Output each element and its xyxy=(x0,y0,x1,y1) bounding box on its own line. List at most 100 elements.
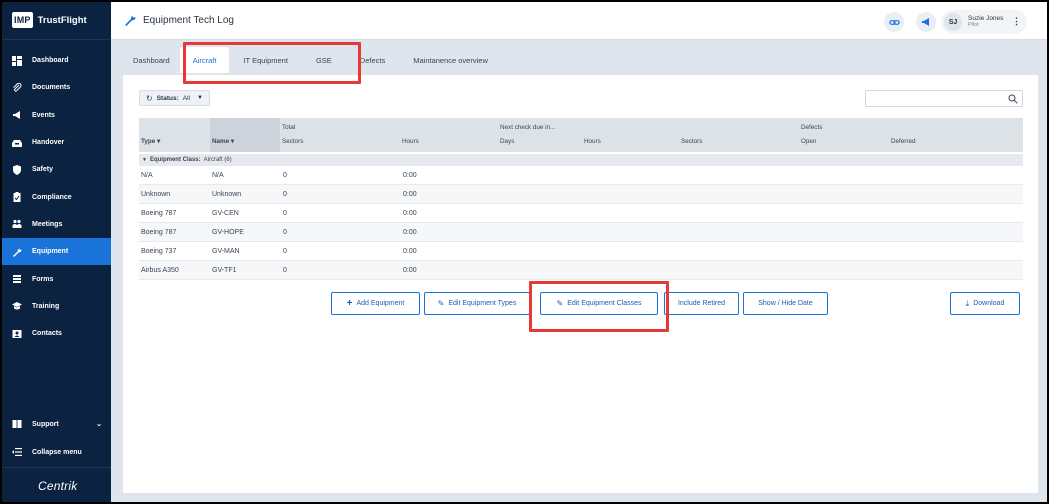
sidebar-item-label: Contacts xyxy=(32,330,62,338)
header-name-label: Name xyxy=(212,138,230,145)
status-filter-label: Status: xyxy=(156,94,179,102)
shield-icon xyxy=(13,164,21,175)
tab-bar: Dashboard Aircraft IT Equipment GSE Defe… xyxy=(123,47,502,73)
status-filter-value: All xyxy=(182,94,190,102)
tab-defects[interactable]: Defects xyxy=(346,47,399,73)
table-row[interactable]: Unknown Unknown 0 0:00 xyxy=(139,185,1023,204)
user-menu[interactable]: SJ Suzie Jones Pilot ⋮ xyxy=(941,10,1027,34)
dashboard-icon xyxy=(12,55,22,66)
edit-icon: ✎ xyxy=(437,299,445,308)
edit-equipment-classes-button[interactable]: ✎ Edit Equipment Classes xyxy=(540,292,658,315)
cell-hours: 0:00 xyxy=(403,229,417,236)
cell-type: Boeing 787 xyxy=(141,210,177,217)
sidebar-divider xyxy=(2,467,111,468)
header-days[interactable]: Days xyxy=(500,138,514,145)
table-row[interactable]: Boeing 787 GV-CEN 0 0:00 xyxy=(139,204,1023,223)
search-input[interactable] xyxy=(866,95,1001,110)
tab-it-equipment[interactable]: IT Equipment xyxy=(229,47,301,73)
sidebar-nav: Dashboard Documents Events Handover Safe… xyxy=(2,47,111,347)
tray-icon xyxy=(12,139,22,147)
cell-sectors: 0 xyxy=(283,210,287,217)
chevron-down-icon: ▼ xyxy=(196,95,203,101)
sidebar-divider xyxy=(2,39,111,40)
header-next-check: Next check due in... xyxy=(500,124,556,131)
sidebar-item-label: Support xyxy=(32,420,59,428)
cell-name: GV-TF1 xyxy=(212,267,237,274)
user-info: Suzie Jones Pilot xyxy=(968,15,1003,29)
edit-equipment-types-label: Edit Equipment Types xyxy=(448,300,517,307)
sidebar-item-forms[interactable]: Forms xyxy=(2,265,111,292)
sidebar: IMP TrustFlight Dashboard Documents Even… xyxy=(2,2,111,502)
table-row[interactable]: Boeing 737 GV-MAN 0 0:00 xyxy=(139,242,1023,261)
header-open[interactable]: Open xyxy=(801,138,816,145)
cell-name: N/A xyxy=(212,172,224,179)
sidebar-item-safety[interactable]: Safety xyxy=(2,156,111,183)
cell-hours: 0:00 xyxy=(403,267,417,274)
show-hide-date-button[interactable]: Show / Hide Date xyxy=(743,292,828,315)
cell-type: N/A xyxy=(141,172,153,179)
sidebar-item-events[interactable]: Events xyxy=(2,102,111,129)
refresh-icon: ↻ xyxy=(146,93,153,103)
link-button[interactable] xyxy=(884,12,904,32)
cell-hours: 0:00 xyxy=(403,191,417,198)
announcements-button[interactable] xyxy=(916,12,936,32)
edit-equipment-types-button[interactable]: ✎ Edit Equipment Types xyxy=(424,292,530,315)
sidebar-item-support[interactable]: Support ⌄ xyxy=(2,410,111,438)
cell-hours: 0:00 xyxy=(403,248,417,255)
sidebar-item-handover[interactable]: Handover xyxy=(2,129,111,156)
sidebar-item-label: Equipment xyxy=(32,248,69,256)
download-button[interactable]: ⤓ Download xyxy=(950,292,1020,315)
top-header: Equipment Tech Log SJ Suzie Jones Pilot … xyxy=(111,2,1047,40)
sidebar-item-meetings[interactable]: Meetings xyxy=(2,211,111,238)
tab-maintenance-overview[interactable]: Maintanence overview xyxy=(399,47,502,73)
sidebar-item-compliance[interactable]: Compliance xyxy=(2,183,111,210)
cell-hours: 0:00 xyxy=(403,210,417,217)
sidebar-item-contacts[interactable]: Contacts xyxy=(2,320,111,347)
sidebar-item-documents[interactable]: Documents xyxy=(2,74,111,101)
group-row[interactable]: ▼ Equipment Class: Aircraft (6) xyxy=(139,154,1023,166)
table-row[interactable]: Boeing 787 GV-HOPE 0 0:00 xyxy=(139,223,1023,242)
megaphone-icon xyxy=(13,111,20,120)
cell-name: GV-HOPE xyxy=(212,229,244,236)
cell-sectors: 0 xyxy=(283,229,287,236)
table-row[interactable]: Airbus A350 GV-TF1 0 0:00 xyxy=(139,261,1023,280)
brand[interactable]: IMP TrustFlight xyxy=(12,12,87,28)
sidebar-item-label: Events xyxy=(32,111,55,119)
download-icon: ⤓ xyxy=(965,298,970,308)
sidebar-item-label: Documents xyxy=(32,84,71,92)
cell-sectors: 0 xyxy=(283,248,287,255)
centrik-logo: Centrik xyxy=(38,479,78,493)
include-retired-button[interactable]: Include Retired xyxy=(664,292,739,315)
content-card: ↻ Status: All ▼ Total Next check due in.… xyxy=(123,75,1038,493)
add-equipment-button[interactable]: + Add Equipment xyxy=(331,292,420,315)
plus-icon: + xyxy=(346,298,353,309)
cell-type: Boeing 737 xyxy=(141,248,177,255)
header-name[interactable]: Name ▾ xyxy=(212,138,234,145)
tab-dashboard[interactable]: Dashboard xyxy=(123,47,180,73)
header-sectors[interactable]: Sectors xyxy=(282,138,303,145)
cell-sectors: 0 xyxy=(283,172,287,179)
header-type[interactable]: Type ▾ xyxy=(141,138,160,145)
sidebar-item-label: Dashboard xyxy=(32,57,69,65)
sidebar-bottom: Support ⌄ Collapse menu xyxy=(2,410,111,466)
search-icon[interactable] xyxy=(1008,94,1018,104)
table-header: Total Next check due in... Defects Type … xyxy=(139,118,1023,152)
tab-aircraft[interactable]: Aircraft xyxy=(179,47,230,73)
more-options-icon[interactable]: ⋮ xyxy=(1012,16,1021,27)
sidebar-item-dashboard[interactable]: Dashboard xyxy=(2,47,111,74)
header-hours[interactable]: Hours xyxy=(402,138,419,145)
sidebar-item-label: Handover xyxy=(32,139,65,147)
clipboard-icon xyxy=(13,192,21,203)
collapse-menu-button[interactable]: Collapse menu xyxy=(2,438,111,466)
group-label: Equipment Class: xyxy=(149,157,201,163)
group-value: Aircraft (6) xyxy=(203,157,232,163)
table-row[interactable]: N/A N/A 0 0:00 xyxy=(139,166,1023,185)
sidebar-item-training[interactable]: Training xyxy=(2,293,111,320)
header-deferred[interactable]: Deferred xyxy=(891,138,916,145)
cell-sectors: 0 xyxy=(283,191,287,198)
status-filter[interactable]: ↻ Status: All ▼ xyxy=(139,90,210,106)
header-check-sectors[interactable]: Sectors xyxy=(681,138,702,145)
header-check-hours[interactable]: Hours xyxy=(584,138,601,145)
sidebar-item-equipment[interactable]: Equipment xyxy=(2,238,111,266)
tab-gse[interactable]: GSE xyxy=(302,47,346,73)
